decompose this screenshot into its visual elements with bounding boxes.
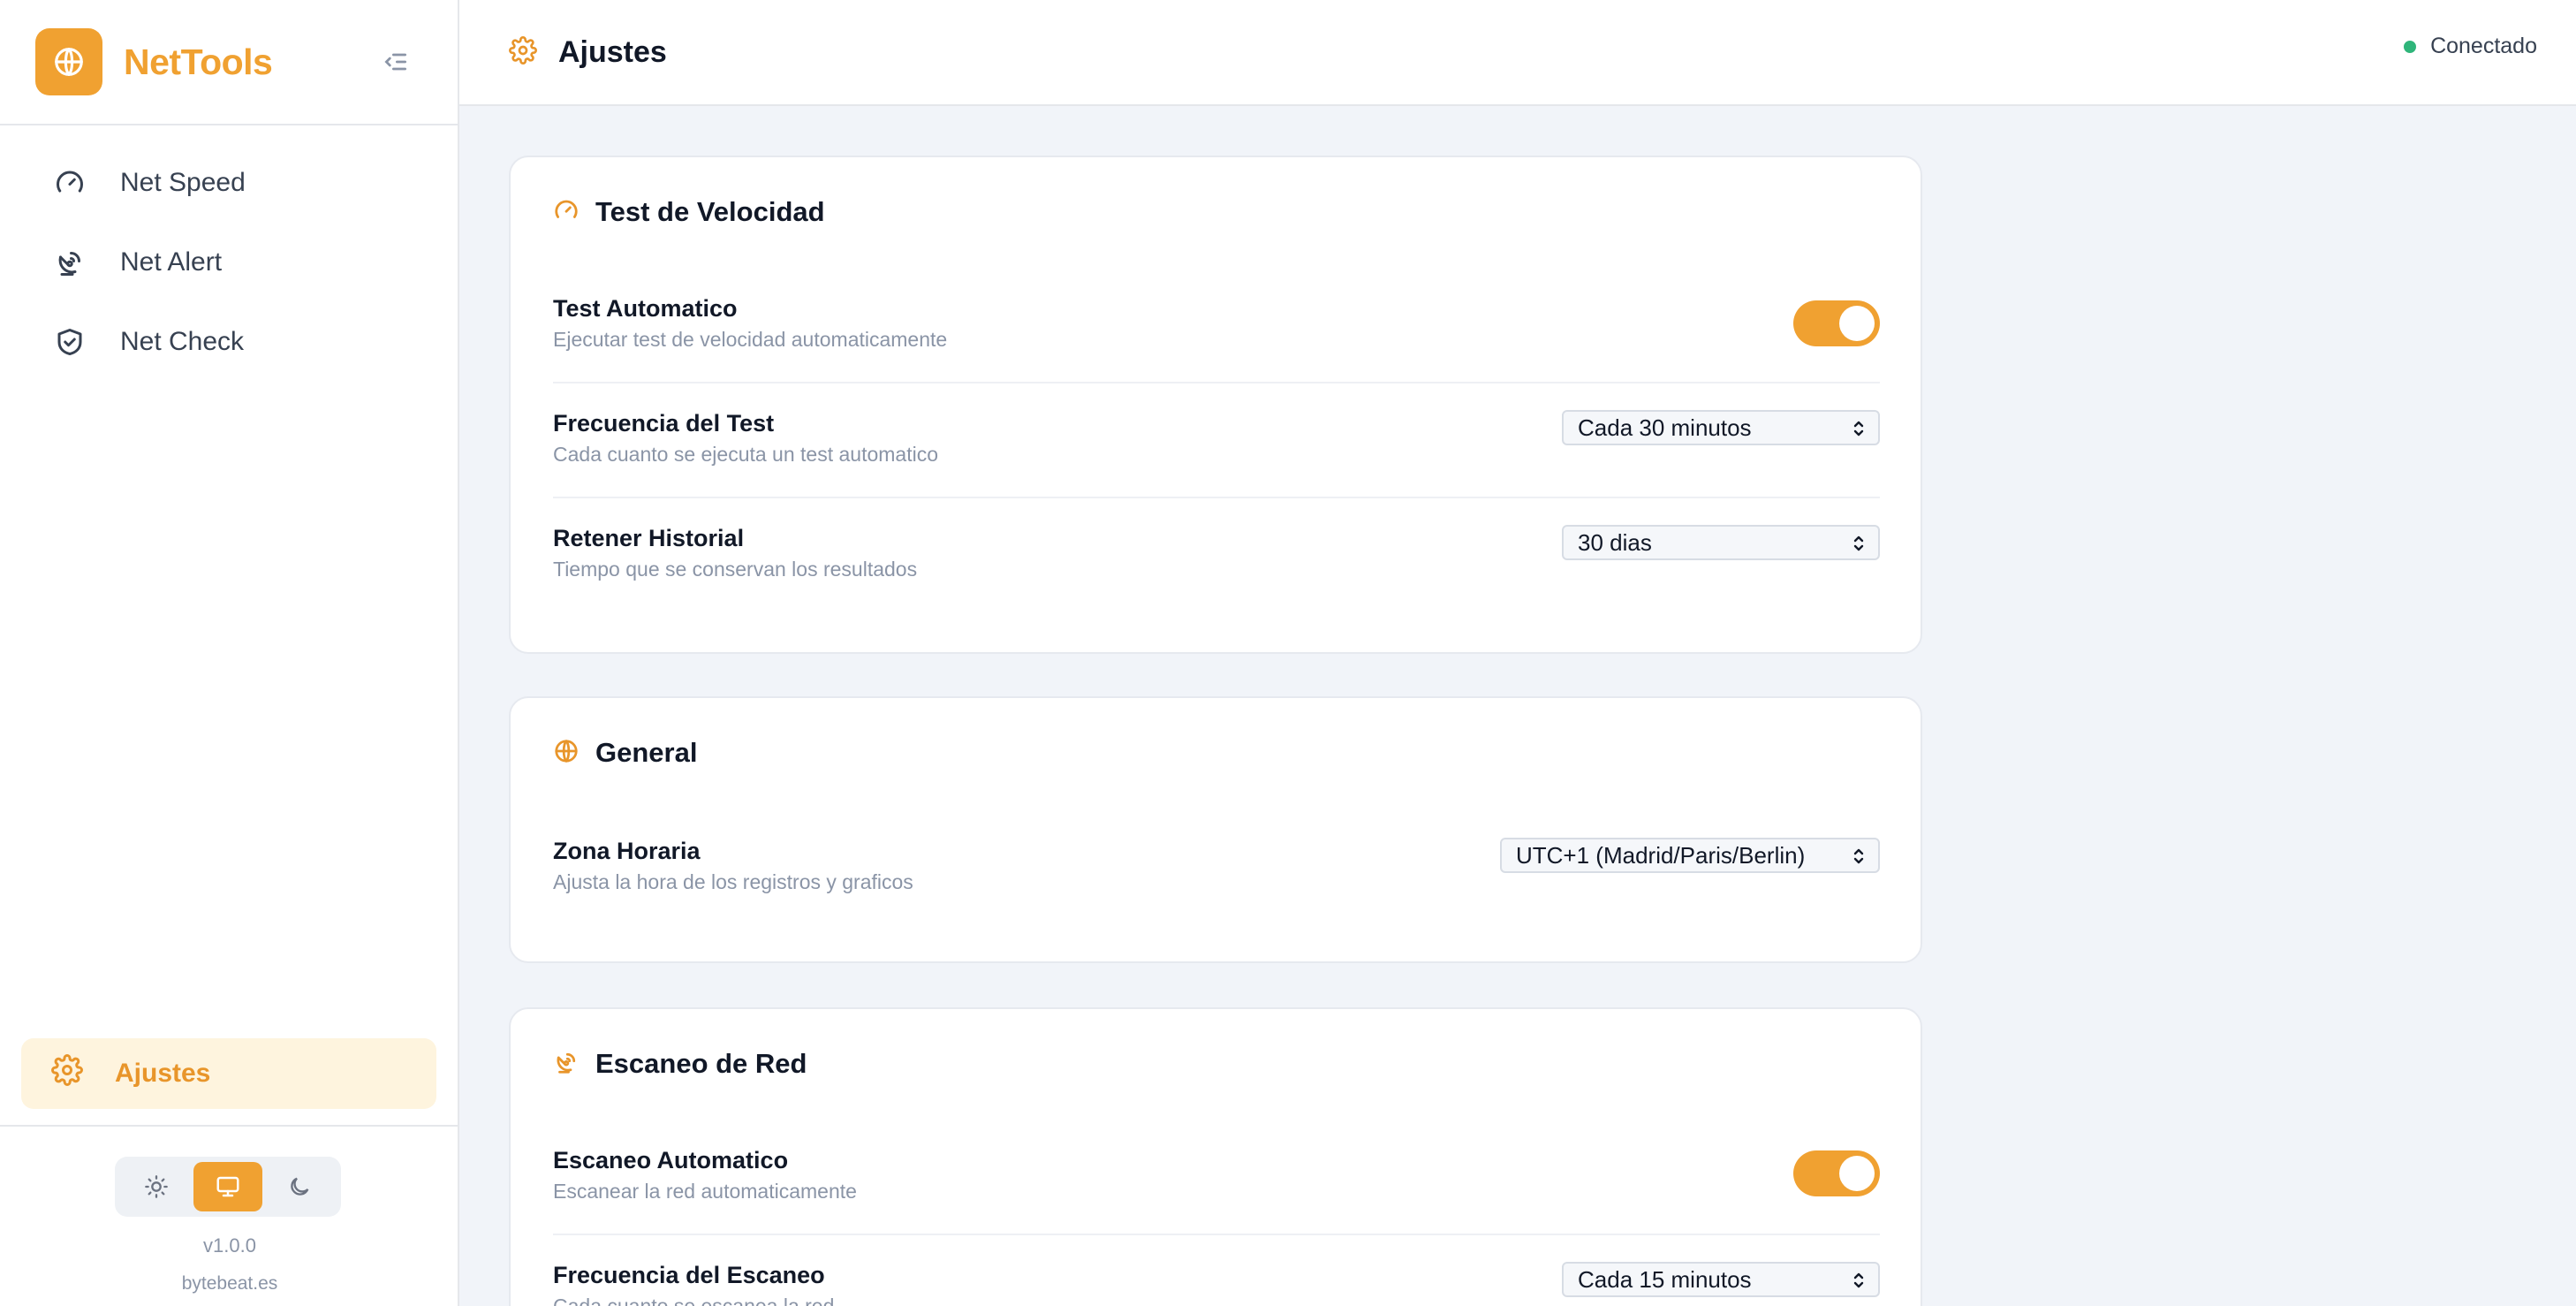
sidebar: NetTools Net Speed Net Alert Net Check A… xyxy=(0,0,459,1306)
general-card: General Zona Horaria Ajusta la hora de l… xyxy=(509,696,1922,963)
scan-frequency-select[interactable]: Cada 15 minutos xyxy=(1562,1262,1880,1297)
test-frequency-row: Frecuencia del Test Cada cuanto se ejecu… xyxy=(553,410,1880,467)
card-title: Escaneo de Red xyxy=(595,1048,807,1079)
card-title: General xyxy=(595,737,698,768)
theme-switcher xyxy=(115,1157,341,1217)
card-header: Test de Velocidad xyxy=(553,196,825,228)
chevron-updown-icon xyxy=(1853,535,1864,551)
app-name: NetTools xyxy=(124,41,273,82)
connection-status: Conectado xyxy=(2404,34,2537,59)
select-value: Cada 30 minutos xyxy=(1578,414,1752,441)
scan-frequency-row: Frecuencia del Escaneo Cada cuanto se es… xyxy=(553,1262,1880,1306)
globe-icon xyxy=(553,738,580,769)
sidebar-item-net-alert[interactable]: Net Alert xyxy=(0,223,458,302)
top-header: Ajustes Conectado xyxy=(459,0,2576,106)
setting-description: Cada cuanto se ejecuta un test automatic… xyxy=(553,443,939,466)
history-select[interactable]: 30 dias xyxy=(1562,525,1880,560)
setting-description: Ajusta la hora de los registros y grafic… xyxy=(553,870,913,893)
sun-icon xyxy=(144,1175,168,1198)
sidebar-item-label: Net Check xyxy=(120,327,245,356)
sidebar-item-label: Ajustes xyxy=(115,1059,211,1088)
history-row: Retener Historial Tiempo que se conserva… xyxy=(553,525,1880,581)
setting-title: Test Automatico xyxy=(553,295,738,322)
sidebar-item-net-check[interactable]: Net Check xyxy=(0,302,458,382)
setting-description: Tiempo que se conservan los resultados xyxy=(553,558,918,581)
chevron-updown-icon xyxy=(1853,1272,1864,1288)
card-header: General xyxy=(553,737,697,769)
status-text: Conectado xyxy=(2430,34,2537,58)
brand: NetTools xyxy=(0,0,458,125)
theme-light-button[interactable] xyxy=(122,1162,191,1211)
auto-scan-toggle[interactable] xyxy=(1793,1150,1880,1196)
auto-test-toggle[interactable] xyxy=(1793,300,1880,346)
sidebar-nav: Net Speed Net Alert Net Check xyxy=(0,125,458,382)
gear-icon xyxy=(509,35,537,69)
monitor-icon xyxy=(216,1176,239,1197)
setting-title: Escaneo Automatico xyxy=(553,1147,789,1173)
sidebar-footer: v1.0.0 bytebeat.es xyxy=(0,1125,459,1306)
shield-check-icon xyxy=(51,323,88,361)
card-title: Test de Velocidad xyxy=(595,196,825,227)
toggle-knob xyxy=(1839,1156,1875,1191)
page-title: Ajustes xyxy=(558,34,667,69)
divider xyxy=(553,497,1880,498)
divider xyxy=(553,382,1880,383)
setting-description: Ejecutar test de velocidad automaticamen… xyxy=(553,328,948,351)
radar-icon xyxy=(553,1049,580,1080)
select-value: Cada 15 minutos xyxy=(1578,1265,1752,1293)
select-value: 30 dias xyxy=(1578,528,1652,556)
collapse-sidebar-icon[interactable] xyxy=(378,44,413,80)
divider xyxy=(553,1234,1880,1235)
gear-icon xyxy=(51,1054,83,1093)
select-value: UTC+1 (Madrid/Paris/Berlin) xyxy=(1516,841,1806,869)
toggle-knob xyxy=(1839,306,1875,341)
auto-scan-row: Escaneo Automatico Escanear la red autom… xyxy=(553,1147,1880,1203)
test-frequency-select[interactable]: Cada 30 minutos xyxy=(1562,410,1880,445)
timezone-row: Zona Horaria Ajusta la hora de los regis… xyxy=(553,838,1880,894)
speed-test-card: Test de Velocidad Test Automatico Ejecut… xyxy=(509,156,1922,654)
app-version: v1.0.0 xyxy=(203,1234,256,1257)
moon-icon xyxy=(291,1177,309,1196)
card-header: Escaneo de Red xyxy=(553,1048,807,1080)
sidebar-item-ajustes[interactable]: Ajustes xyxy=(21,1038,436,1109)
credit-link[interactable]: bytebeat.es xyxy=(0,1273,459,1295)
sidebar-item-label: Net Alert xyxy=(120,247,223,277)
setting-description: Escanear la red automaticamente xyxy=(553,1180,857,1203)
timezone-select[interactable]: UTC+1 (Madrid/Paris/Berlin) xyxy=(1500,838,1880,873)
chevron-updown-icon xyxy=(1853,421,1864,437)
globe-logo-icon xyxy=(35,28,102,95)
radar-icon xyxy=(51,244,88,281)
gauge-icon xyxy=(553,197,580,228)
chevron-updown-icon xyxy=(1853,848,1864,864)
gauge-icon xyxy=(51,164,88,201)
status-dot-icon xyxy=(2404,40,2417,53)
auto-test-row: Test Automatico Ejecutar test de velocid… xyxy=(553,295,1880,352)
network-scan-card: Escaneo de Red Escaneo Automatico Escane… xyxy=(509,1007,1922,1306)
theme-system-button[interactable] xyxy=(193,1162,262,1211)
sidebar-item-net-speed[interactable]: Net Speed xyxy=(0,143,458,223)
sidebar-item-label: Net Speed xyxy=(120,168,246,197)
theme-dark-button[interactable] xyxy=(265,1162,334,1211)
